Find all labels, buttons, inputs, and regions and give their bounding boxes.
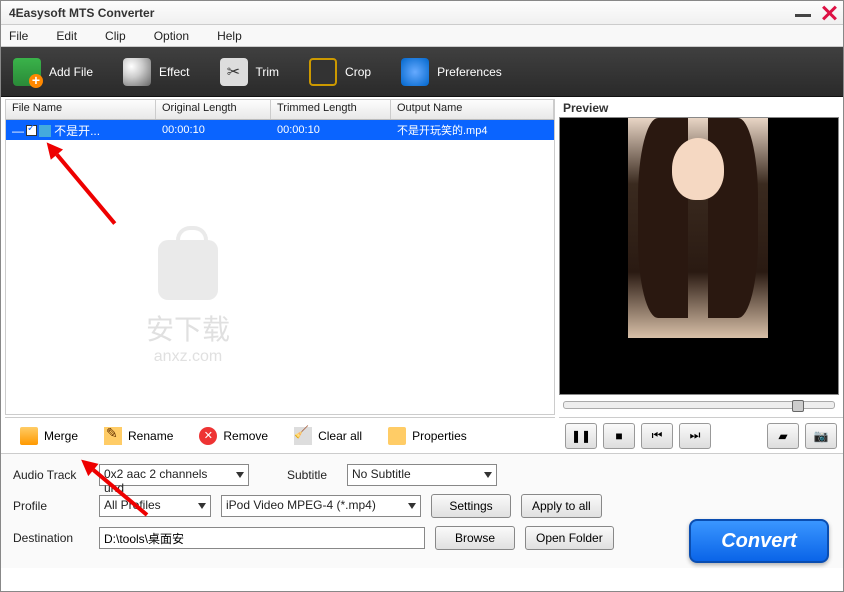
file-list-pane: File Name Original Length Trimmed Length…: [5, 99, 555, 415]
watermark: 安下载 anxz.com: [146, 240, 230, 366]
effect-icon: [123, 58, 151, 86]
col-original-length[interactable]: Original Length: [156, 100, 271, 119]
col-output-name[interactable]: Output Name: [391, 100, 554, 119]
camera-button[interactable]: 📷: [805, 423, 837, 449]
rename-button[interactable]: Rename: [93, 422, 184, 450]
remove-button[interactable]: Remove: [188, 422, 279, 450]
video-thumb-icon: [39, 125, 51, 137]
add-file-icon: [13, 58, 41, 86]
properties-icon: [388, 427, 406, 445]
clear-icon: [294, 427, 312, 445]
trim-label: Trim: [256, 65, 280, 79]
cell-original-length: 00:00:10: [156, 124, 271, 136]
effect-label: Effect: [159, 65, 189, 79]
preferences-icon: [401, 58, 429, 86]
convert-button[interactable]: Convert: [689, 519, 829, 563]
crop-icon: [309, 58, 337, 86]
preferences-button[interactable]: Preferences: [401, 58, 502, 86]
preview-label: Preview: [559, 99, 839, 117]
add-file-label: Add File: [49, 65, 93, 79]
cell-output-name: 不是开玩笑的.mp4: [391, 122, 554, 138]
menu-bar: File Edit Clip Option Help: [1, 25, 843, 47]
clear-all-button[interactable]: Clear all: [283, 422, 373, 450]
row-checkbox[interactable]: [26, 125, 37, 136]
apply-all-button[interactable]: Apply to all: [521, 494, 602, 518]
rename-icon: [104, 427, 122, 445]
merge-icon: [20, 427, 38, 445]
menu-file[interactable]: File: [9, 29, 28, 43]
pause-button[interactable]: ❚❚: [565, 423, 597, 449]
profile-label: Profile: [13, 499, 89, 513]
subtitle-label: Subtitle: [287, 468, 337, 482]
crop-label: Crop: [345, 65, 371, 79]
main-toolbar: Add File Effect Trim Crop Preferences: [1, 47, 843, 97]
audio-track-select[interactable]: 0x2 aac 2 channels und: [99, 464, 249, 486]
minimize-button[interactable]: [795, 14, 811, 17]
crop-button[interactable]: Crop: [309, 58, 371, 86]
playback-controls: ❚❚ ■ ⏮ ⏭ ▰ 📷: [559, 417, 843, 453]
browse-button[interactable]: Browse: [435, 526, 515, 550]
profile-select[interactable]: iPod Video MPEG-4 (*.mp4): [221, 495, 421, 517]
watermark-brand: 安下载: [146, 308, 230, 348]
prev-button[interactable]: ⏮: [641, 423, 673, 449]
col-trimmed-length[interactable]: Trimmed Length: [271, 100, 391, 119]
bottom-form: Audio Track 0x2 aac 2 channels und Subti…: [1, 453, 843, 568]
remove-icon: [199, 427, 217, 445]
properties-button[interactable]: Properties: [377, 422, 478, 450]
next-button[interactable]: ⏭: [679, 423, 711, 449]
main-area: File Name Original Length Trimmed Length…: [1, 97, 843, 417]
open-folder-button[interactable]: Open Folder: [525, 526, 614, 550]
cell-trimmed-length: 00:00:10: [271, 124, 391, 136]
preferences-label: Preferences: [437, 65, 502, 79]
table-header: File Name Original Length Trimmed Length…: [6, 100, 554, 120]
settings-button[interactable]: Settings: [431, 494, 511, 518]
preview-frame: [628, 118, 768, 338]
snapshot-button[interactable]: ▰: [767, 423, 799, 449]
watermark-url: anxz.com: [146, 348, 230, 366]
menu-clip[interactable]: Clip: [105, 29, 126, 43]
table-row[interactable]: — 不是开... 00:00:10 00:00:10 不是开玩笑的.mp4: [6, 120, 554, 140]
trim-button[interactable]: Trim: [220, 58, 280, 86]
preview-pane: Preview: [559, 99, 839, 415]
destination-input[interactable]: D:\tools\桌面安: [99, 527, 425, 549]
subtitle-select[interactable]: No Subtitle: [347, 464, 497, 486]
preview-video[interactable]: [559, 117, 839, 395]
lock-icon: [158, 240, 218, 300]
merge-button[interactable]: Merge: [9, 422, 89, 450]
trim-icon: [220, 58, 248, 86]
annotation-arrow: [45, 137, 121, 225]
cell-file-name: 不是开...: [54, 124, 100, 138]
menu-help[interactable]: Help: [217, 29, 242, 43]
add-file-button[interactable]: Add File: [13, 58, 93, 86]
effect-button[interactable]: Effect: [123, 58, 189, 86]
destination-label: Destination: [13, 531, 89, 545]
title-bar: 4Easysoft MTS Converter: [1, 1, 843, 25]
window-title: 4Easysoft MTS Converter: [9, 6, 154, 20]
list-actions: Merge Rename Remove Clear all Properties: [5, 417, 555, 453]
stop-button[interactable]: ■: [603, 423, 635, 449]
menu-edit[interactable]: Edit: [56, 29, 77, 43]
profile-filter-select[interactable]: All Profiles: [99, 495, 211, 517]
col-file-name[interactable]: File Name: [6, 100, 156, 119]
close-button[interactable]: [821, 4, 837, 20]
audio-track-label: Audio Track: [13, 468, 89, 482]
menu-option[interactable]: Option: [154, 29, 189, 43]
playback-slider[interactable]: [563, 401, 835, 409]
